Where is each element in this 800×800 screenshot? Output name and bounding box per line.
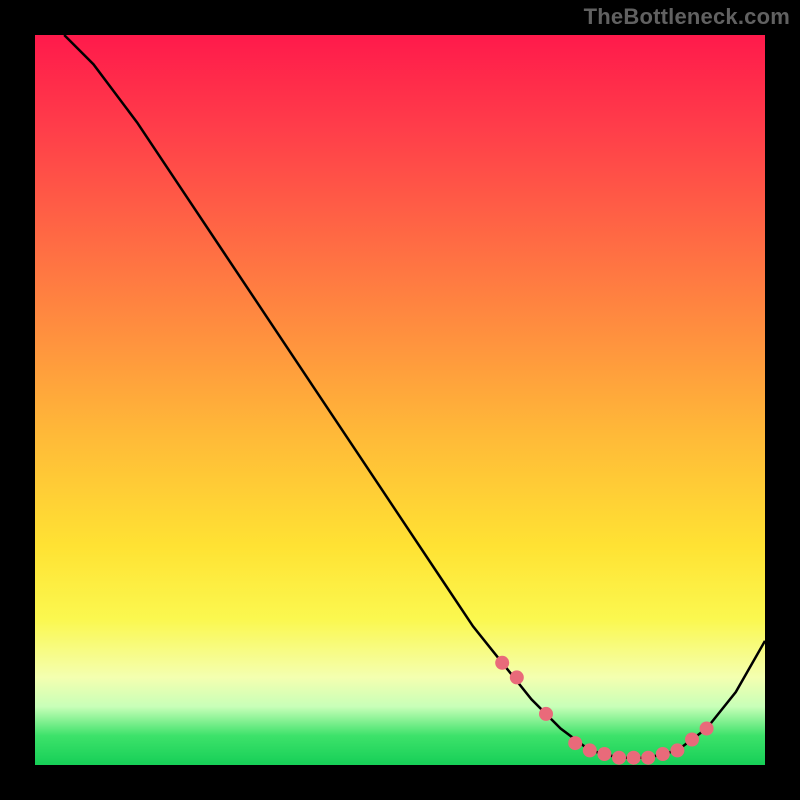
chart-frame: TheBottleneck.com	[0, 0, 800, 800]
marker-dot	[627, 751, 641, 765]
marker-dot	[612, 751, 626, 765]
marker-dot	[539, 707, 553, 721]
marker-dot	[495, 656, 509, 670]
marker-dot	[670, 743, 684, 757]
marker-dot	[641, 751, 655, 765]
marker-dot	[700, 722, 714, 736]
marker-dot	[685, 733, 699, 747]
bottleneck-curve	[35, 35, 765, 765]
marker-dot	[510, 670, 524, 684]
marker-dot	[568, 736, 582, 750]
attribution-label: TheBottleneck.com	[584, 4, 790, 30]
curve-path	[64, 35, 765, 758]
marker-dot	[656, 747, 670, 761]
marker-dot	[597, 747, 611, 761]
plot-area	[35, 35, 765, 765]
marker-dots	[495, 656, 713, 765]
marker-dot	[583, 743, 597, 757]
